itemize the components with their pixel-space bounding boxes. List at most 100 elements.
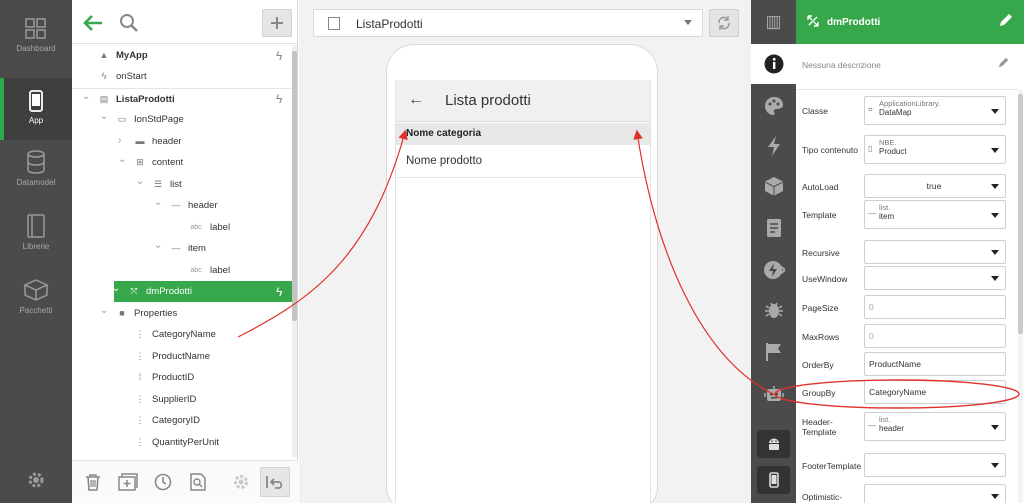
properties-scroll-thumb[interactable]	[1018, 94, 1023, 334]
property-dropdown[interactable]: — list. header	[864, 412, 1006, 441]
chevron-down-icon[interactable]: ⌄	[154, 198, 164, 208]
plus-icon	[271, 17, 283, 29]
phone-icon	[768, 472, 779, 488]
chevron-down-icon[interactable]: ⌄	[100, 306, 110, 316]
properties-scrollbar[interactable]	[1018, 90, 1023, 503]
settings-tree-button[interactable]	[230, 471, 252, 493]
rail-item-pacchetti[interactable]: Pacchetti	[0, 278, 72, 340]
inspector-tabs: ▥	[751, 0, 796, 503]
property-value-main: item	[879, 212, 895, 221]
tab-docs[interactable]	[751, 208, 796, 248]
tree-scrollbar[interactable]	[292, 45, 297, 457]
tree-node[interactable]: ⌄ — item	[72, 238, 292, 259]
tab-flag[interactable]	[751, 332, 796, 372]
property-dropdown[interactable]	[864, 453, 1006, 477]
list-icon: ☰	[153, 178, 163, 189]
tree-node[interactable]: ⋮ QuantityPerUnit	[72, 432, 292, 453]
tree-node[interactable]: › ▬ header	[72, 131, 292, 152]
tab-events[interactable]	[751, 126, 796, 166]
search-button[interactable]	[118, 12, 140, 34]
refresh-button[interactable]	[709, 9, 739, 37]
rail-label-app: App	[28, 116, 44, 125]
abc-icon: abc	[190, 266, 202, 274]
tree-node-label: item	[188, 243, 206, 254]
add-button[interactable]	[262, 9, 292, 37]
property-value-main: Product	[879, 147, 907, 156]
property-dropdown[interactable]: — list. item	[864, 200, 1006, 229]
chevron-down-icon[interactable]: ⌄	[154, 241, 164, 251]
tree-node[interactable]: ▲ MyApp ϟ	[72, 45, 292, 66]
settings-button[interactable]	[26, 470, 46, 490]
rail-item-app[interactable]: App	[0, 78, 72, 140]
chevron-down-icon[interactable]: ⌄	[112, 284, 122, 294]
chevron-right-icon[interactable]: ›	[118, 136, 128, 146]
tree-node[interactable]: abc label	[72, 260, 292, 281]
history-button[interactable]	[152, 471, 174, 493]
tree-node[interactable]: ⌄ ⊞ content	[72, 152, 292, 173]
property-dropdown[interactable]: true	[864, 174, 1006, 198]
page-selector[interactable]: ListaProdotti	[313, 9, 703, 37]
chevron-down-icon	[991, 276, 999, 281]
search-doc-button[interactable]	[187, 471, 209, 493]
lightning-circle-icon	[763, 261, 785, 279]
add-library-button[interactable]	[117, 471, 139, 493]
delete-button[interactable]	[82, 471, 104, 493]
list-item[interactable]: Nome prodotto	[396, 145, 650, 178]
description-field[interactable]: Nessuna descrizione	[796, 44, 1018, 90]
tree-node[interactable]: ⌄ ▭ IonStdPage	[72, 109, 292, 130]
tree-node[interactable]: ⌄ ▤ ListaProdotti ϟ	[72, 88, 292, 109]
tab-actions[interactable]	[751, 250, 796, 290]
property-label: GroupBy	[802, 388, 836, 398]
tree-scroll-thumb[interactable]	[292, 51, 297, 321]
tree-node[interactable]: ⋮ ProductName	[72, 346, 292, 367]
edit-pencil-icon[interactable]	[998, 56, 1010, 71]
platform-phone-button[interactable]	[757, 466, 790, 494]
chevron-down-icon[interactable]: ⌄	[82, 92, 92, 102]
property-input[interactable]: ProductName	[864, 352, 1006, 376]
rail-item-librerie[interactable]: Librerie	[0, 214, 72, 276]
property-row: AutoLoad true	[796, 174, 1018, 203]
properties-list: Classe ⌗ ApplicationLibrary. DataMap Tipo co…	[796, 90, 1018, 503]
property-input[interactable]: 0	[864, 295, 1006, 319]
property-input[interactable]: 0	[864, 324, 1006, 348]
property-dropdown[interactable]	[864, 266, 1006, 290]
tree-node[interactable]: ⋮ SupplierID	[72, 389, 292, 410]
tab-debug[interactable]	[751, 290, 796, 330]
tree-node[interactable]: ϟ onStart	[72, 66, 292, 87]
property-dropdown[interactable]	[864, 240, 1006, 264]
tab-style[interactable]	[751, 86, 796, 126]
back-button[interactable]	[82, 12, 104, 34]
chevron-down-icon[interactable]: ⌄	[118, 155, 128, 165]
chevron-down-icon	[991, 213, 999, 218]
chevron-down-icon[interactable]: ⌄	[136, 177, 146, 187]
property-label: PageSize	[802, 303, 839, 313]
tree-node[interactable]: abc label	[72, 217, 292, 238]
tree-node[interactable]: ⌄ — header	[72, 195, 292, 216]
field-icon: ⋮	[135, 350, 145, 361]
undo-button[interactable]	[260, 467, 290, 497]
tab-robot[interactable]	[751, 374, 796, 414]
platform-android-button[interactable]	[757, 430, 790, 458]
tree-node[interactable]: ⌄ ■ Properties	[72, 303, 292, 324]
property-dropdown[interactable]: ⌗ ApplicationLibrary. DataMap	[864, 96, 1006, 125]
rail-item-dashboard[interactable]: Dashboard	[0, 18, 72, 80]
undo-icon	[266, 476, 283, 489]
back-arrow-icon[interactable]: ←	[408, 91, 424, 109]
tab-info[interactable]	[751, 44, 796, 84]
tree-node[interactable]: ⌄ ☰ list	[72, 174, 292, 195]
rail-item-datamodel[interactable]: Datamodel	[0, 150, 72, 212]
tree-node[interactable]: ⋮ CategoryID	[72, 410, 292, 431]
lightning-doc-icon: ϟ	[276, 92, 283, 106]
tree-node[interactable]: ⁞ ProductID	[72, 367, 292, 388]
dash-icon: —	[868, 209, 876, 218]
tree-node[interactable]: ⌄ ⤧ dmProdotti ϟ	[112, 281, 292, 302]
property-dropdown[interactable]: ▯ NBE. Product	[864, 135, 1006, 164]
tab-layout[interactable]: ▥	[751, 2, 796, 42]
chevron-down-icon[interactable]: ⌄	[100, 112, 110, 122]
chevron-down-icon	[991, 250, 999, 255]
property-input[interactable]: CategoryName	[864, 380, 1006, 404]
tree-node[interactable]: ⋮ CategoryName	[72, 324, 292, 345]
edit-pencil-icon[interactable]	[998, 12, 1014, 32]
tab-cube[interactable]	[751, 166, 796, 206]
property-dropdown[interactable]	[864, 484, 1006, 503]
